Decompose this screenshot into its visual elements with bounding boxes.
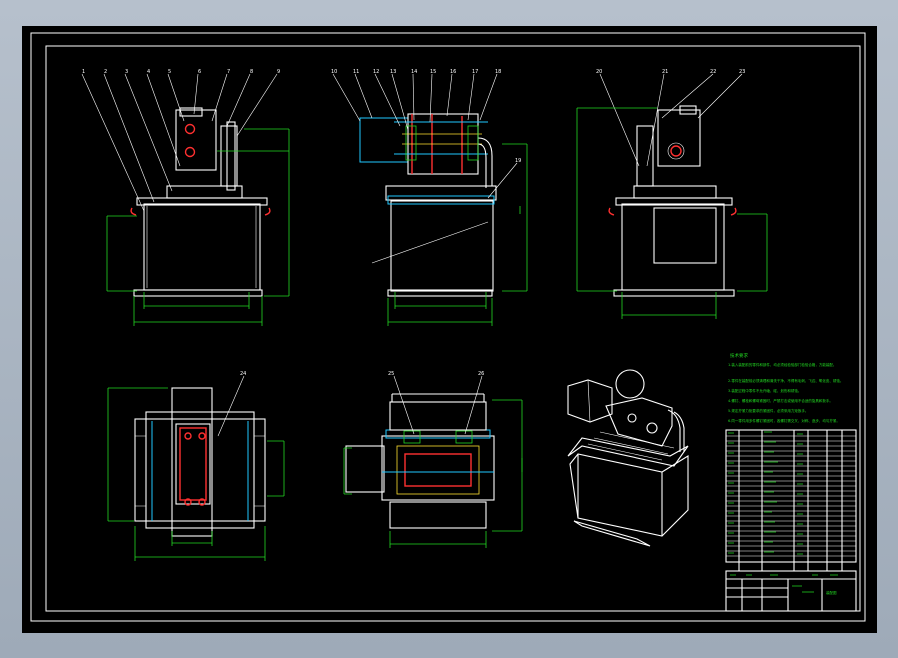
balloon-16: 16 xyxy=(450,69,456,75)
notes-line-3: 3.装配过程中零件不允许磕、碰、划伤和锈蚀。 xyxy=(728,388,801,393)
front-gearbox xyxy=(175,109,217,171)
notes-line-5: 5.规定拧紧力矩要求的紧固件，必须采用力矩扳手。 xyxy=(728,408,808,413)
notes-line-2: 2.零件在装配前必须清理和清洗干净，不得有毛刺、飞边、氧化皮、锈蚀。 xyxy=(728,378,843,383)
balloon-22: 22 xyxy=(710,69,716,75)
balloon-2: 2 xyxy=(104,69,107,75)
balloon-26: 26 xyxy=(478,371,484,377)
right-base-box xyxy=(621,203,725,291)
title-block: 装配图 xyxy=(725,570,857,612)
right-gearbox xyxy=(657,109,701,167)
cad-drawing: 1 2 3 4 5 6 7 8 9 10 11 12 13 14 15 16 1… xyxy=(30,32,866,622)
balloon-1: 1 xyxy=(82,69,85,75)
balloon-5: 5 xyxy=(168,69,171,75)
balloon-17: 17 xyxy=(472,69,478,75)
title-block-name: 装配图 xyxy=(826,590,837,595)
parts-list-table xyxy=(725,429,857,571)
balloon-15: 15 xyxy=(430,69,436,75)
drawing-viewport[interactable]: 1 2 3 4 5 6 7 8 9 10 11 12 13 14 15 16 1… xyxy=(22,26,877,633)
balloon-6: 6 xyxy=(198,69,201,75)
outer-sheet-border xyxy=(30,32,866,622)
iso-gearbox xyxy=(605,397,673,447)
notes-line-1: 1.装入装配前的零件和部件，均必须经检验部门检验合格，方能装配。 xyxy=(728,362,836,367)
notes-title: 技术要求 xyxy=(730,352,748,359)
technical-notes: 技术要求 1.装入装配前的零件和部件，均必须经检验部门检验合格，方能装配。 2.… xyxy=(728,352,843,423)
front-feet xyxy=(133,289,263,297)
balloon-24: 24 xyxy=(240,371,246,377)
side-section-hatch xyxy=(371,221,489,264)
balloon-11: 11 xyxy=(353,69,359,75)
bottom-flange xyxy=(345,445,385,493)
front-handles xyxy=(130,207,271,216)
balloon-8: 8 xyxy=(250,69,253,75)
front-view xyxy=(81,73,290,326)
balloon-7: 7 xyxy=(227,69,230,75)
iso-wheel xyxy=(615,369,645,399)
balloon-18: 18 xyxy=(495,69,501,75)
front-dim-overall xyxy=(244,128,290,297)
side-base-box xyxy=(390,200,494,292)
balloon-10: 10 xyxy=(331,69,337,75)
front-flange-lower xyxy=(184,146,196,158)
right-column xyxy=(636,125,654,187)
balloon-13: 13 xyxy=(390,69,396,75)
balloon-4: 4 xyxy=(147,69,150,75)
front-flange-upper xyxy=(184,123,196,135)
right-cover-plate xyxy=(653,207,717,264)
balloon-12: 12 xyxy=(373,69,379,75)
front-base-box xyxy=(143,203,261,291)
side-section-view xyxy=(332,73,528,326)
iso-table xyxy=(567,437,689,467)
notes-line-4: 4.螺钉、螺栓和螺母紧固时，严禁打击或使用不合适的旋具和扳手。 xyxy=(728,398,833,403)
right-view xyxy=(576,73,768,319)
balloon-21: 21 xyxy=(662,69,668,75)
balloon-3: 3 xyxy=(125,69,128,75)
balloon-19: 19 xyxy=(515,158,521,164)
isometric-view xyxy=(567,369,689,547)
notes-line-6: 6.同一零件用多件螺钉紧固时，各螺钉需交叉、对称、逐步、均匀拧紧。 xyxy=(728,418,840,423)
top-view xyxy=(107,375,285,561)
side-motor-housing xyxy=(359,117,409,163)
balloon-20: 20 xyxy=(596,69,602,75)
balloon-14: 14 xyxy=(411,69,417,75)
bottom-section-view xyxy=(343,375,523,548)
balloon-23: 23 xyxy=(739,69,745,75)
bottom-slot xyxy=(404,453,472,487)
front-dim-width xyxy=(133,296,263,326)
balloon-25: 25 xyxy=(388,371,394,377)
side-hose xyxy=(477,137,493,186)
front-slide-table xyxy=(166,185,243,199)
front-dim-height xyxy=(106,215,137,292)
side-table xyxy=(385,185,497,201)
balloon-9: 9 xyxy=(277,69,280,75)
iso-base xyxy=(569,453,689,537)
